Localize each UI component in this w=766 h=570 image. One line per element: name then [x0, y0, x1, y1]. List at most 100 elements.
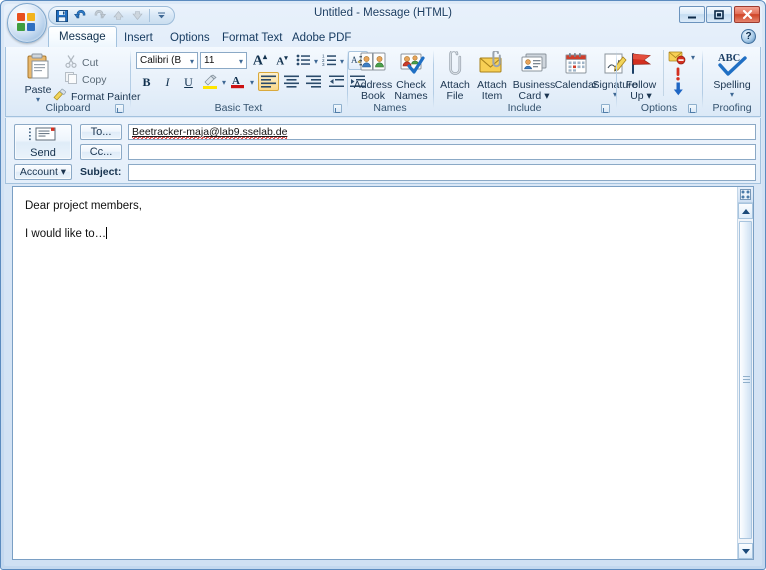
ribbon-group-clipboard: Paste ▾ Cut Copy Format Painter Clipboar…: [6, 47, 140, 115]
tab-format-text[interactable]: Format Text: [212, 28, 293, 47]
underline-button[interactable]: U: [179, 73, 198, 91]
attach-item-button[interactable]: Attach Item: [474, 49, 510, 102]
cc-field[interactable]: [128, 144, 756, 160]
cut-label: Cut: [82, 56, 99, 69]
calendar-button[interactable]: Calendar: [554, 51, 598, 91]
align-left-button[interactable]: [258, 72, 279, 91]
chevron-down-icon: ▾: [313, 57, 318, 66]
close-button[interactable]: [734, 6, 760, 23]
outlook-compose-window: Untitled - Message (HTML) Message Insert…: [0, 0, 766, 570]
bullets-button[interactable]: ▾: [295, 52, 319, 69]
align-right-button[interactable]: [303, 72, 324, 91]
permission-button[interactable]: ▾: [667, 50, 697, 65]
font-name-combo[interactable]: Calibri (B ▾: [136, 52, 198, 69]
low-importance-button[interactable]: [667, 81, 689, 96]
grow-font-button[interactable]: A▴: [250, 51, 270, 70]
body-vertical-scrollbar[interactable]: [737, 187, 753, 559]
follow-up-label-2[interactable]: Up ▾: [630, 91, 652, 102]
send-button[interactable]: Send: [14, 124, 72, 160]
tab-insert[interactable]: Insert: [114, 28, 163, 47]
cc-button[interactable]: Cc...: [80, 144, 122, 160]
attach-file-button[interactable]: Attach File: [438, 49, 472, 102]
bold-button[interactable]: B: [137, 73, 156, 91]
account-button[interactable]: Account ▾: [14, 164, 72, 180]
check-names-label-2: Names: [394, 90, 428, 102]
title-bar: Untitled - Message (HTML): [4, 3, 762, 43]
select-browse-object-icon[interactable]: [738, 187, 753, 203]
business-card-button[interactable]: Business Card ▾: [512, 51, 556, 102]
proofing-group-label: Proofing: [712, 102, 752, 114]
include-group-label: Include: [507, 102, 542, 114]
close-icon: [735, 7, 759, 22]
scroll-down-button[interactable]: [738, 543, 753, 559]
subject-field[interactable]: [128, 164, 756, 181]
calendar-label: Calendar: [554, 79, 598, 91]
tab-message[interactable]: Message: [48, 26, 117, 47]
maximize-button[interactable]: [706, 6, 732, 23]
underline-icon: U: [184, 74, 193, 89]
ribbon-group-names: Address Book Check Names Names: [348, 47, 432, 115]
tab-message-label: Message: [59, 31, 106, 43]
copy-icon: [64, 71, 78, 88]
chevron-down-icon: ▾: [189, 57, 194, 66]
business-card-label-2[interactable]: Card ▾: [519, 91, 550, 102]
font-size-combo[interactable]: 11 ▾: [200, 52, 247, 69]
spelling-dropdown-label[interactable]: ▾: [730, 91, 734, 99]
high-importance-button[interactable]: [667, 66, 689, 81]
body-paragraph-2: I would like to…: [25, 227, 715, 241]
subject-label: Subject:: [80, 166, 122, 178]
follow-up-button[interactable]: Follow Up ▾: [622, 51, 660, 102]
chevron-down-icon: ▾: [690, 53, 695, 62]
minimize-button[interactable]: [679, 6, 705, 23]
spelling-button[interactable]: ABC Spelling ▾: [708, 51, 756, 99]
chevron-down-icon: ▾: [249, 78, 254, 87]
align-right-icon: [306, 75, 321, 88]
names-group-label: Names: [373, 102, 407, 114]
align-center-button[interactable]: [281, 72, 302, 91]
body-paragraph-2-text: I would like to…: [25, 228, 107, 240]
spelling-icon: ABC: [715, 51, 749, 80]
copy-button[interactable]: Copy: [64, 71, 107, 88]
attach-item-icon: [478, 49, 506, 80]
tab-adobe-pdf[interactable]: Adobe PDF: [282, 28, 361, 47]
italic-button[interactable]: I: [158, 73, 177, 91]
body-paragraph-1: Dear project members,: [25, 200, 142, 212]
options-dialog-launcher[interactable]: [688, 104, 697, 113]
check-names-button[interactable]: Check Names: [394, 51, 428, 102]
basic-text-dialog-launcher[interactable]: [333, 104, 342, 113]
chevron-down-icon: ▾: [238, 57, 243, 66]
message-body-text[interactable]: Dear project members, I would like to…: [25, 199, 715, 255]
font-size-value: 11: [204, 55, 215, 66]
chevron-up-icon: [741, 208, 750, 214]
ribbon-group-proofing: ABC Spelling ▾ Proofing: [703, 47, 761, 115]
to-field[interactable]: Beetracker-maja@lab9.sselab.de: [128, 124, 756, 140]
send-label: Send: [30, 146, 56, 159]
svg-text:ABC: ABC: [718, 53, 740, 64]
text-caret: [106, 227, 108, 239]
shrink-font-icon: A▾: [276, 53, 288, 68]
shrink-font-button[interactable]: A▾: [272, 51, 292, 70]
message-body-pane[interactable]: Dear project members, I would like to…: [12, 186, 754, 560]
address-book-button[interactable]: Address Book: [354, 51, 392, 102]
scroll-up-button[interactable]: [738, 203, 753, 219]
decrease-indent-button[interactable]: [327, 72, 347, 91]
help-icon[interactable]: ?: [741, 29, 756, 44]
attach-item-label-2: Item: [481, 90, 503, 102]
chevron-down-icon: ▾: [339, 57, 344, 66]
numbering-button[interactable]: 1 2 3 ▾: [321, 52, 345, 69]
ribbon-group-basic-text: Calibri (B ▾ 11 ▾ A▴ A▾ ▾ 1 2 3 ▾ A B I …: [131, 47, 368, 115]
permission-icon: [668, 51, 686, 65]
font-color-button[interactable]: A ▾: [229, 73, 255, 91]
tab-insert-label: Insert: [124, 31, 153, 44]
attach-file-label-2: File: [446, 90, 464, 102]
include-dialog-launcher[interactable]: [601, 104, 610, 113]
tab-format-text-label: Format Text: [222, 31, 283, 44]
address-book-label-2: Book: [361, 90, 385, 102]
grow-font-icon: A▴: [252, 51, 268, 69]
clipboard-dialog-launcher[interactable]: [115, 104, 124, 113]
highlight-button[interactable]: ▾: [201, 73, 227, 91]
tab-options[interactable]: Options: [160, 28, 220, 47]
cut-button[interactable]: Cut: [64, 54, 98, 71]
scrollbar-thumb[interactable]: [739, 221, 752, 539]
to-button[interactable]: To...: [80, 124, 122, 140]
